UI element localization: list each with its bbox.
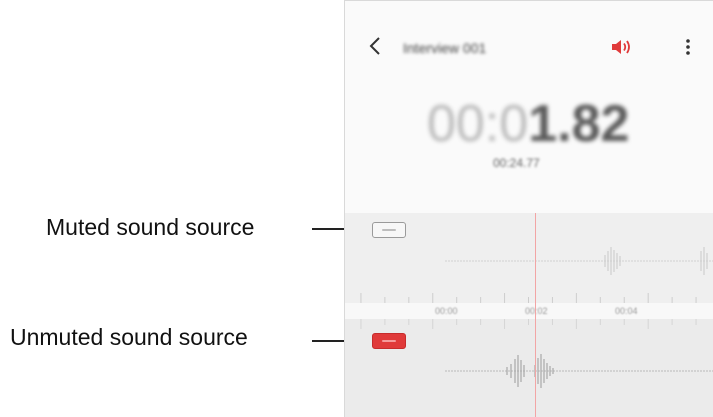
speaker-button[interactable] <box>609 35 635 59</box>
more-options-button[interactable] <box>679 35 697 59</box>
timer-dim: 00:0 <box>427 95 529 153</box>
ruler-label: 00:04 <box>615 306 638 316</box>
muted-waveform <box>445 247 713 275</box>
timeline-ticks-lower <box>360 319 697 329</box>
app-bar: Interview 001 <box>345 1 713 89</box>
unmuted-sound-source-label: Unmuted sound source <box>10 324 248 350</box>
back-button[interactable] <box>363 31 387 61</box>
ruler-label: 00:02 <box>525 306 548 316</box>
unmuted-indicator <box>382 340 396 342</box>
timeline-ticks <box>360 293 697 303</box>
ruler-label: 00:00 <box>435 306 458 316</box>
elapsed-timer: 00:01.82 <box>427 93 647 155</box>
more-options-icon <box>686 39 690 55</box>
muted-sound-source-label: Muted sound source <box>46 214 255 240</box>
playhead[interactable] <box>535 213 536 417</box>
total-duration: 00:24.77 <box>493 156 540 170</box>
unmuted-waveform <box>445 354 713 388</box>
muted-indicator <box>382 229 396 231</box>
timer-main: 1.82 <box>528 95 630 153</box>
muted-source-toggle[interactable] <box>372 222 406 238</box>
back-arrow-icon <box>369 37 380 55</box>
unmuted-source-toggle[interactable] <box>372 333 406 349</box>
voice-recorder-screen: Interview 001 00:01.82 00:24.77 00:00 00… <box>344 0 713 417</box>
recording-title: Interview 001 <box>403 40 487 56</box>
speaker-icon <box>612 40 630 54</box>
